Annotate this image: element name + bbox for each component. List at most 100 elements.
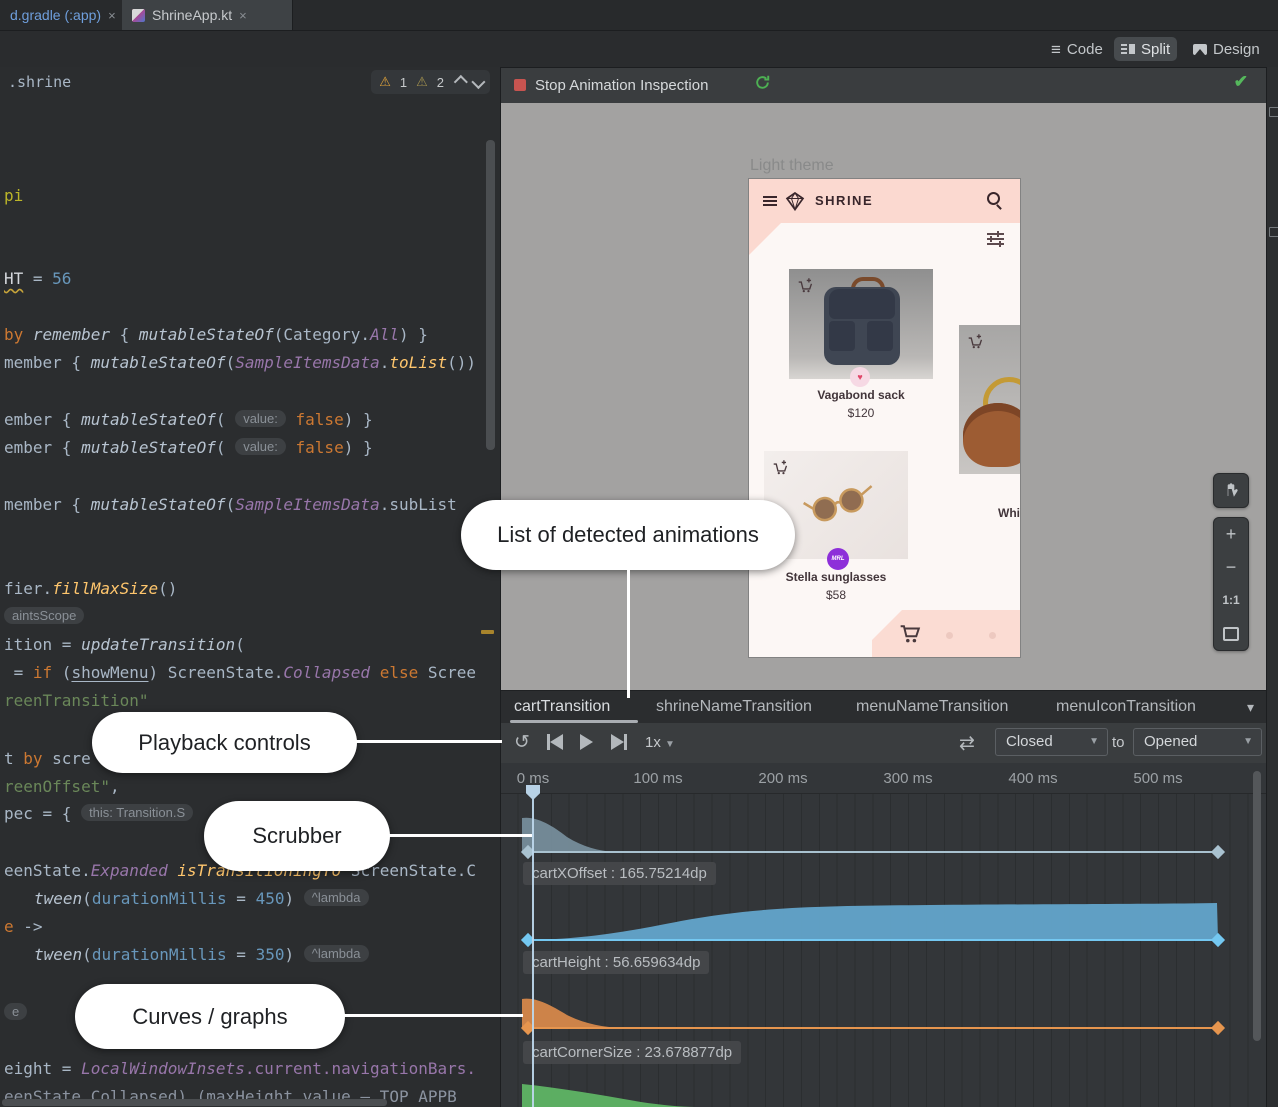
tab-build-gradle[interactable]: d.gradle (:app) ×: [0, 0, 139, 30]
product-name: Whit: [998, 506, 1021, 520]
value-chip-cartHeight: cartHeight : 56.659634dp: [523, 951, 709, 974]
search-icon[interactable]: [987, 192, 1000, 205]
filter-icon[interactable]: [987, 233, 1004, 247]
zoom-to-fit-button[interactable]: [1214, 617, 1248, 650]
animation-preview-toolbar: Stop Animation Inspection ✔: [501, 68, 1266, 104]
editor-horizontal-scrollbar[interactable]: [2, 1099, 387, 1106]
play-icon[interactable]: [580, 734, 593, 756]
ruler-tick-label: 400 ms: [1008, 770, 1057, 787]
to-label: to: [1112, 734, 1125, 751]
from-state-select[interactable]: Closed▼: [995, 728, 1108, 756]
playback-controls-bar: ↺ 1x ▼ ⇄ Closed▼ to Opened▼: [501, 723, 1266, 764]
preview-theme-label: Light theme: [750, 157, 834, 175]
zoom-in-button[interactable]: +: [1214, 518, 1248, 551]
stop-icon: [514, 79, 526, 91]
code-editor-pane[interactable]: .shrine ⚠1 ⚠2 piHT = 56by remember { mut…: [0, 67, 500, 1107]
editor-tab-bar: d.gradle (:app) × ShrineApp.kt ×: [0, 0, 1278, 31]
cart-item-dot: [989, 632, 996, 639]
callout-playback-controls: Playback controls: [92, 712, 357, 773]
code-view-button[interactable]: ≡ Code: [1044, 37, 1110, 61]
animation-tab-cart[interactable]: cartTransition: [514, 698, 610, 716]
right-tool-strip[interactable]: [1266, 67, 1278, 1107]
value-chip-cartCornerSize: cartCornerSize : 23.678877dp: [523, 1041, 741, 1064]
zoom-actual-button[interactable]: 1:1: [1214, 584, 1248, 617]
prev-issue-icon[interactable]: [454, 75, 468, 89]
kotlin-file-icon: [132, 9, 145, 22]
product-price: $120: [848, 406, 875, 420]
inspection-widget[interactable]: ⚠1 ⚠2: [371, 70, 490, 94]
breadcrumb[interactable]: .shrine: [8, 73, 71, 91]
hand-icon: [1223, 482, 1239, 498]
add-to-cart-icon[interactable]: [967, 333, 984, 350]
close-icon[interactable]: ×: [239, 8, 247, 23]
value-chip-cartXOffset: cartXOffset : 165.75214dp: [523, 862, 716, 885]
animation-timeline[interactable]: 0 ms 100 ms 200 ms 300 ms 400 ms 500 ms …: [501, 763, 1266, 1107]
sunglasses-graphic: [801, 479, 881, 530]
brand-badge: MRL: [827, 548, 849, 570]
ruler-tick-label: 300 ms: [883, 770, 932, 787]
warning-icon: ⚠: [379, 74, 391, 90]
cart-sheet[interactable]: [872, 610, 1021, 658]
curve-row4[interactable]: [522, 1084, 696, 1107]
animation-tab-menu-icon[interactable]: menuIconTransition: [1056, 698, 1196, 716]
add-to-cart-icon[interactable]: [797, 277, 814, 294]
split-view-button[interactable]: Split: [1114, 37, 1177, 61]
tool-window-icon[interactable]: [1269, 107, 1278, 117]
close-icon[interactable]: ×: [108, 8, 116, 23]
product-price: $58: [826, 588, 846, 602]
zoom-out-button[interactable]: −: [1214, 551, 1248, 584]
next-issue-icon[interactable]: [471, 75, 485, 89]
go-to-start-icon[interactable]: [547, 734, 563, 756]
loop-icon[interactable]: ↺: [514, 732, 530, 754]
split-icon: [1121, 43, 1135, 55]
callout-scrubber: Scrubber: [204, 801, 390, 871]
callout-line: [627, 568, 630, 698]
weak-warning-icon: ⚠: [416, 74, 428, 90]
shrine-app-preview[interactable]: SHRINE ♥ Vagabond sack $120: [748, 178, 1021, 658]
design-view-button[interactable]: Design: [1186, 37, 1267, 61]
add-to-cart-icon[interactable]: [772, 459, 789, 476]
playback-speed-select[interactable]: 1x ▼: [645, 734, 675, 751]
backdrop-corner: [749, 223, 781, 255]
android-studio-window: d.gradle (:app) × ShrineApp.kt × ≡ Code …: [0, 0, 1278, 1107]
tab-shrineapp[interactable]: ShrineApp.kt ×: [122, 0, 293, 30]
preview-canvas[interactable]: Light theme SHRINE ♥ Vagabon: [501, 103, 1266, 690]
stop-animation-inspection-button[interactable]: Stop Animation Inspection: [514, 75, 708, 95]
tab-label: ShrineApp.kt: [152, 7, 232, 23]
tabs-overflow-chevron-icon[interactable]: ▾: [1247, 699, 1254, 716]
breadcrumb-bar: .shrine ⚠1 ⚠2: [0, 67, 500, 97]
swap-states-icon[interactable]: ⇄: [959, 732, 975, 755]
editor-mode-bar: ≡ Code Split Design: [0, 31, 1278, 68]
animation-tabs-bar: cartTransition shrineNameTransition menu…: [501, 690, 1266, 725]
callout-line: [355, 740, 502, 743]
scrollbar-warning-mark: [481, 630, 494, 634]
timeline-scrollbar[interactable]: [1253, 771, 1261, 1041]
ruler-tick-label: 200 ms: [758, 770, 807, 787]
curve-cartXOffset[interactable]: [522, 818, 1218, 852]
tab-label: d.gradle (:app): [10, 7, 101, 23]
callout-curves: Curves / graphs: [75, 984, 345, 1049]
callout-line: [343, 1014, 523, 1017]
curve-cartCornerSize[interactable]: [522, 999, 1218, 1028]
product-name: Stella sunglasses: [786, 570, 887, 584]
to-state-select[interactable]: Opened▼: [1133, 728, 1262, 756]
tool-window-icon[interactable]: [1269, 227, 1278, 237]
animation-tab-menu-name[interactable]: menuNameTransition: [856, 698, 1008, 716]
ruler-tick-label: 500 ms: [1133, 770, 1182, 787]
cart-icon: [899, 623, 921, 645]
build-ok-icon: ✔: [1234, 72, 1248, 92]
shrine-brand: SHRINE: [815, 193, 873, 208]
product-name: Vagabond sack: [817, 388, 904, 402]
curve-cartHeight[interactable]: [528, 903, 1218, 940]
animation-tab-shrine-name[interactable]: shrineNameTransition: [656, 698, 812, 716]
code-icon: ≡: [1051, 41, 1061, 58]
editor-scrollbar[interactable]: [486, 140, 495, 450]
pan-tool-button[interactable]: [1213, 473, 1249, 508]
menu-icon[interactable]: [763, 196, 777, 206]
scrubber-line[interactable]: [532, 796, 534, 1107]
cart-item-dot: [946, 632, 953, 639]
design-icon: [1193, 44, 1207, 55]
refresh-icon[interactable]: [754, 74, 771, 96]
go-to-end-icon[interactable]: [611, 734, 627, 756]
ruler-tick-label: 100 ms: [633, 770, 682, 787]
